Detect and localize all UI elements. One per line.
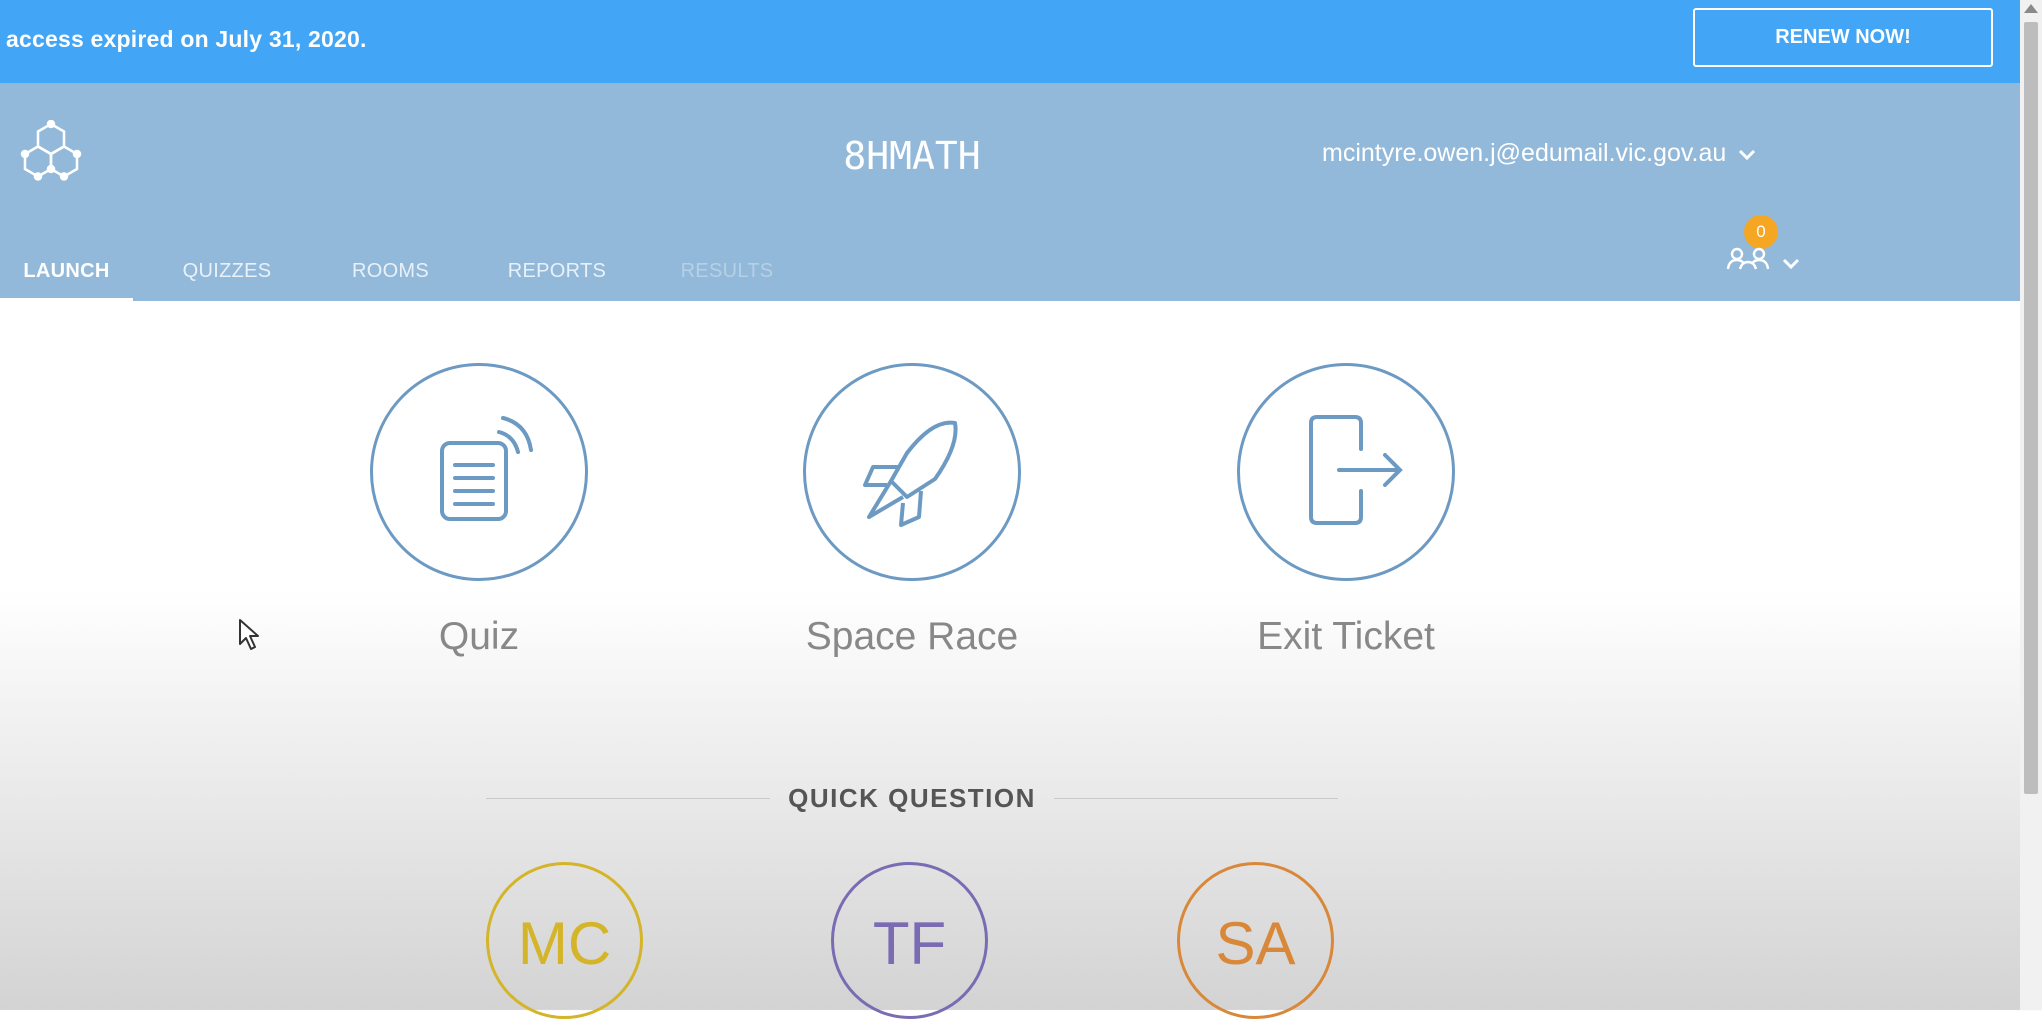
divider-line [1053,797,1339,799]
tf-label: TF [872,910,947,977]
space-race-button[interactable] [803,363,1021,581]
user-email: mcintyre.owen.j@edumail.vic.gov.au [1322,139,1727,167]
exit-ticket-button[interactable] [1237,363,1455,581]
exit-ticket-label: Exit Ticket [1257,615,1435,658]
tab-quizzes[interactable]: QUIZZES [141,251,313,301]
tab-reports[interactable]: REPORTS [468,251,646,301]
space-race-label: Space Race [805,615,1019,658]
tab-launch[interactable]: LAUNCH [0,251,133,301]
scroll-up-arrow-icon[interactable] [2024,4,2038,13]
expiry-message: access expired on July 31, 2020. [6,26,367,52]
scrollbar-thumb[interactable] [2024,22,2038,794]
student-count-badge: 0 [1744,215,1778,249]
quiz-broadcast-icon [419,410,539,535]
user-account-menu[interactable]: mcintyre.owen.j@edumail.vic.gov.au [1322,139,1756,168]
renew-now-button[interactable]: RENEW NOW! [1693,8,1993,67]
launch-exit-ticket[interactable]: Exit Ticket [1236,363,1456,659]
sa-label: SA [1215,910,1296,977]
quiz-label: Quiz [438,615,520,658]
divider-line [486,797,771,799]
launch-space-race[interactable]: Space Race [802,363,1022,659]
quick-question-title: QUICK QUESTION [788,782,1036,813]
mouse-cursor-icon [238,618,262,657]
tab-rooms[interactable]: ROOMS [313,251,468,301]
quick-question-divider: QUICK QUESTION [486,780,1339,816]
expiry-banner: access expired on July 31, 2020. RENEW N… [0,0,2020,83]
launch-quiz[interactable]: Quiz [369,363,589,659]
rocket-icon [847,405,977,540]
chevron-down-icon [1782,257,1800,275]
students-icon [1726,245,1770,276]
exit-door-icon [1281,405,1411,540]
quick-question-mc-button[interactable]: MC [486,862,643,1019]
chevron-down-icon [1738,139,1756,168]
quick-question-sa-button[interactable]: SA [1177,862,1334,1019]
mc-label: MC [517,910,612,977]
quick-question-tf-button[interactable]: TF [831,862,988,1019]
main-tabs: LAUNCH QUIZZES ROOMS REPORTS RESULTS [0,251,808,301]
students-menu[interactable]: 0 [1724,215,1804,275]
app-header: 8HMATH mcintyre.owen.j@edumail.vic.gov.a… [0,83,2020,301]
quiz-button[interactable] [370,363,588,581]
tab-results[interactable]: RESULTS [646,251,808,301]
